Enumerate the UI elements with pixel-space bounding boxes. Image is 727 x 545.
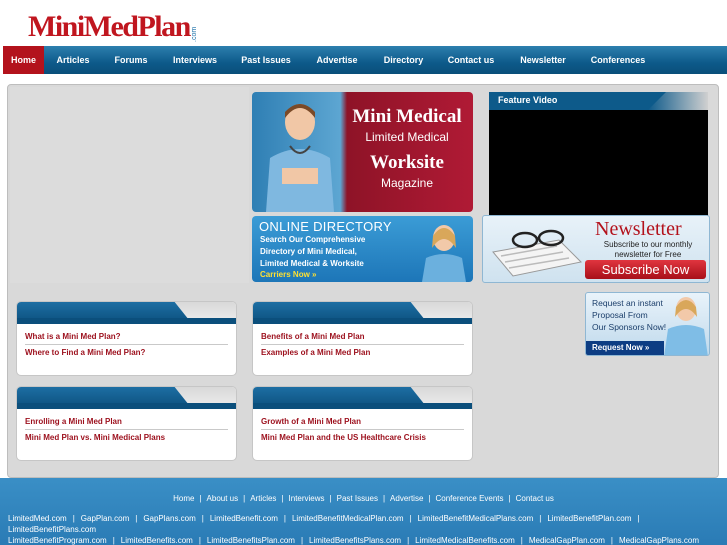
- nav-contact-us[interactable]: Contact us: [435, 46, 507, 74]
- nav-advertise[interactable]: Advertise: [302, 46, 372, 74]
- partner-link[interactable]: LimitedBenefitsPlans.com: [309, 536, 401, 545]
- article-link[interactable]: Enrolling a Mini Med Plan: [25, 417, 122, 426]
- proposal-line-2: Proposal From: [592, 310, 648, 320]
- proposal-line-3: Our Sponsors Now!: [592, 322, 667, 332]
- nav-conferences[interactable]: Conferences: [579, 46, 657, 74]
- hero-title-3: Worksite: [370, 152, 444, 173]
- nav-home[interactable]: Home: [3, 46, 44, 74]
- article-box-4: Growth of a Mini Med Plan Mini Med Plan …: [252, 386, 473, 461]
- logo-text: MiniMedPlan: [28, 10, 191, 43]
- partner-link[interactable]: LimitedBenefitsPlan.com: [207, 536, 295, 545]
- newsletter-banner[interactable]: Newsletter Subscribe to our monthly news…: [482, 215, 710, 283]
- partner-link[interactable]: GapPlan.com: [81, 514, 129, 523]
- article-link[interactable]: Growth of a Mini Med Plan: [261, 417, 361, 426]
- article-box-3: Enrolling a Mini Med Plan Mini Med Plan …: [16, 386, 237, 461]
- nav-forums[interactable]: Forums: [102, 46, 160, 74]
- nav-articles[interactable]: Articles: [44, 46, 102, 74]
- magazine-banner[interactable]: Mini Medical Limited Medical Worksite Ma…: [252, 92, 473, 212]
- footer-interviews[interactable]: Interviews: [289, 494, 325, 503]
- newsletter-sub-1: Subscribe to our monthly: [603, 240, 693, 249]
- directory-title: ONLINE DIRECTORY: [259, 219, 392, 234]
- footer-contact-us[interactable]: Contact us: [516, 494, 554, 503]
- article-box-2: Benefits of a Mini Med Plan Examples of …: [252, 301, 473, 376]
- footer-home[interactable]: Home: [173, 494, 194, 503]
- empty-slot: [10, 87, 249, 283]
- newspaper-glasses-icon: [492, 229, 583, 277]
- partner-link[interactable]: LimitedBenefitPlans.com: [8, 525, 96, 534]
- partner-link[interactable]: LimitedBenefitMedicalPlans.com: [418, 514, 534, 523]
- nav-newsletter[interactable]: Newsletter: [507, 46, 579, 74]
- footer-nav: Home | About us | Articles | Interviews | Past I…: [173, 494, 554, 503]
- nav-past-issues[interactable]: Past Issues: [230, 46, 302, 74]
- nurse-photo: [266, 104, 334, 212]
- footer-advertise[interactable]: Advertise: [390, 494, 423, 503]
- proposal-line-1: Request an instant: [592, 298, 663, 308]
- online-directory-banner[interactable]: ONLINE DIRECTORY Search Our Comprehensiv…: [252, 216, 473, 282]
- article-box-1: What is a Mini Med Plan? Where to Find a…: [16, 301, 237, 376]
- partner-link[interactable]: LimitedBenefits.com: [121, 536, 193, 545]
- partner-link[interactable]: LimitedMed.com: [8, 514, 67, 523]
- partner-link[interactable]: LimitedBenefitMedicalPlan.com: [292, 514, 404, 523]
- proposal-banner[interactable]: Request an instant Proposal From Our Spo…: [585, 292, 710, 356]
- request-now-button[interactable]: Request Now »: [586, 341, 664, 355]
- partner-link[interactable]: LimitedBenefitProgram.com: [8, 536, 107, 545]
- footer-about-us[interactable]: About us: [207, 494, 239, 503]
- partner-link[interactable]: MedicalGapPlan.com: [529, 536, 605, 545]
- newsletter-subtitle: Subscribe to our monthly newsletter for …: [589, 240, 707, 260]
- article-link[interactable]: Mini Med Plan vs. Mini Medical Plans: [25, 433, 165, 442]
- nav-interviews[interactable]: Interviews: [160, 46, 230, 74]
- site-footer: Home | About us | Articles | Interviews | Past I…: [0, 478, 727, 545]
- nurse-photo: [664, 297, 708, 355]
- footer-partner-links: LimitedMed.com | GapPlan.com | GapPlans.com |…: [8, 514, 700, 545]
- article-link[interactable]: Mini Med Plan and the US Healthcare Cris…: [261, 433, 426, 442]
- video-title: Feature Video: [498, 95, 558, 105]
- directory-cta[interactable]: Carriers Now »: [260, 270, 316, 279]
- partner-link[interactable]: MedicalGapPlans.com: [619, 536, 699, 545]
- partner-link[interactable]: LimitedMedicalBenefits.com: [415, 536, 515, 545]
- partner-link[interactable]: GapPlans.com: [143, 514, 195, 523]
- nav-directory[interactable]: Directory: [372, 46, 435, 74]
- logo-suffix: .com: [190, 26, 198, 42]
- directory-line-1: Search Our Comprehensive: [260, 235, 366, 244]
- hero-title-1: Mini Medical: [352, 106, 462, 127]
- article-link[interactable]: Where to Find a Mini Med Plan?: [25, 348, 145, 357]
- newsletter-sub-2: newsletter for Free: [614, 250, 682, 259]
- footer-articles[interactable]: Articles: [250, 494, 276, 503]
- article-link[interactable]: Examples of a Mini Med Plan: [261, 348, 370, 357]
- footer-conference-events[interactable]: Conference Events: [435, 494, 503, 503]
- subscribe-button[interactable]: Subscribe Now: [585, 260, 706, 279]
- article-link[interactable]: What is a Mini Med Plan?: [25, 332, 121, 341]
- partner-link[interactable]: LimitedBenefitPlan.com: [547, 514, 631, 523]
- footer-past-issues[interactable]: Past Issues: [337, 494, 378, 503]
- main-nav: Home Articles Forums Interviews Past Iss…: [3, 46, 727, 74]
- hero-title-4: Magazine: [380, 176, 434, 190]
- page: MiniMedPlan .com Home Articles Forums In…: [0, 0, 727, 545]
- site-logo[interactable]: MiniMedPlan .com: [28, 8, 199, 43]
- partner-link[interactable]: LimitedBenefit.com: [210, 514, 278, 523]
- doctor-photo: [422, 225, 466, 282]
- article-link[interactable]: Benefits of a Mini Med Plan: [261, 332, 365, 341]
- directory-line-2: Directory of Mini Medical,: [260, 247, 357, 256]
- hero-title-2: Limited Medical: [365, 130, 449, 144]
- directory-line-3: Limited Medical & Worksite: [260, 259, 364, 268]
- newsletter-title: Newsletter: [595, 218, 682, 240]
